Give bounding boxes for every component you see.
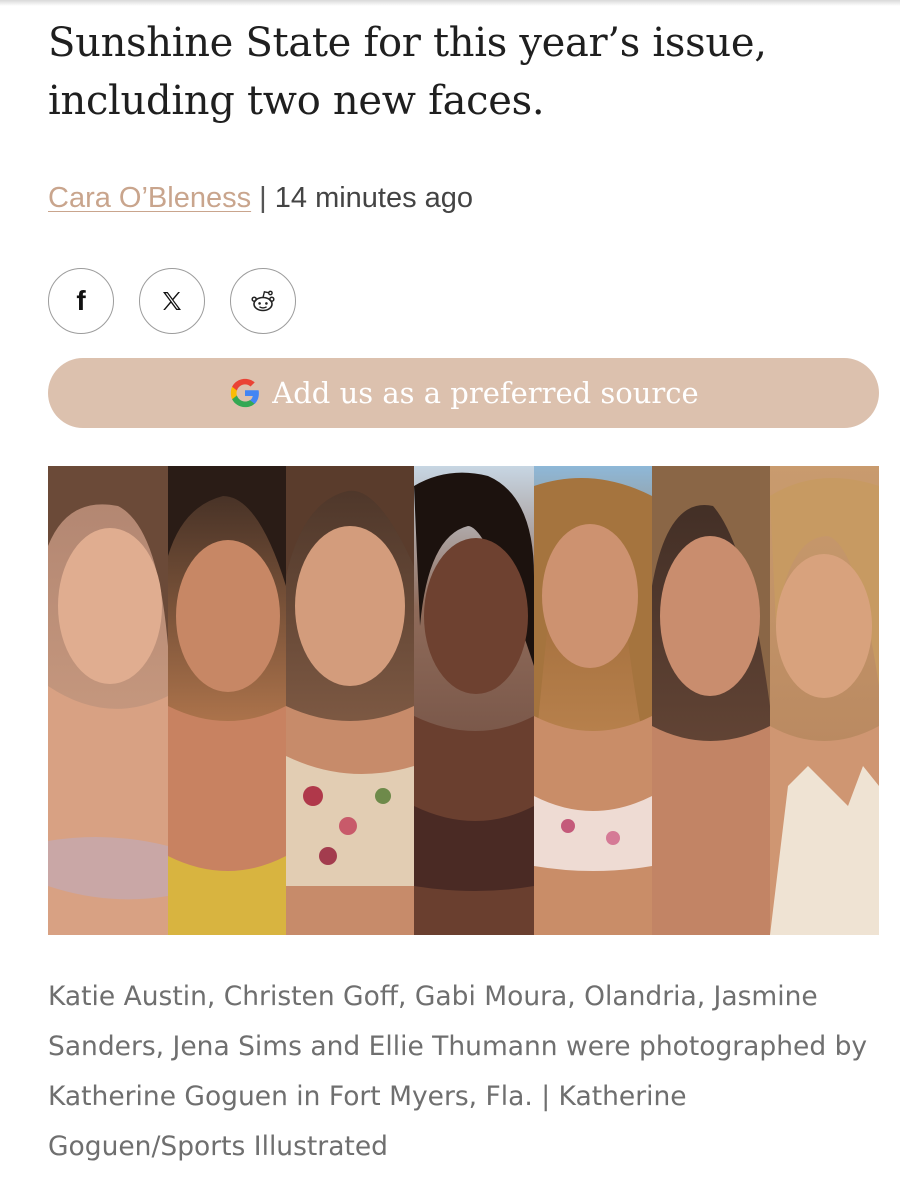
- reddit-share-button[interactable]: [230, 268, 296, 334]
- timestamp: 14 minutes ago: [274, 182, 474, 214]
- facebook-icon: f: [76, 285, 86, 316]
- preferred-source-button[interactable]: Add us as a preferred source: [48, 358, 879, 428]
- byline: Cara O’Bleness | 14 minutes ago: [48, 182, 473, 215]
- model-strip: [534, 466, 652, 935]
- model-strip: [48, 466, 168, 935]
- x-icon: [163, 292, 181, 310]
- facebook-share-button[interactable]: f: [48, 268, 114, 334]
- author-link[interactable]: Cara O’Bleness: [48, 182, 251, 214]
- model-strip: [286, 466, 414, 935]
- x-share-button[interactable]: [139, 268, 205, 334]
- byline-separator: |: [259, 182, 267, 214]
- reddit-icon: [251, 290, 275, 312]
- article-headline: Sunshine State for this year’s issue, in…: [48, 20, 767, 124]
- model-collage: [48, 466, 879, 935]
- preferred-source-label: Add us as a preferred source: [272, 376, 699, 410]
- model-strip: [168, 466, 286, 935]
- model-strip: [414, 466, 534, 935]
- model-strip: [770, 466, 879, 935]
- top-edge: [0, 0, 900, 6]
- article-photo[interactable]: [48, 466, 879, 935]
- google-icon: [231, 378, 260, 408]
- photo-caption: Katie Austin, Christen Goff, Gabi Moura,…: [48, 981, 868, 1162]
- model-strip: [652, 466, 770, 935]
